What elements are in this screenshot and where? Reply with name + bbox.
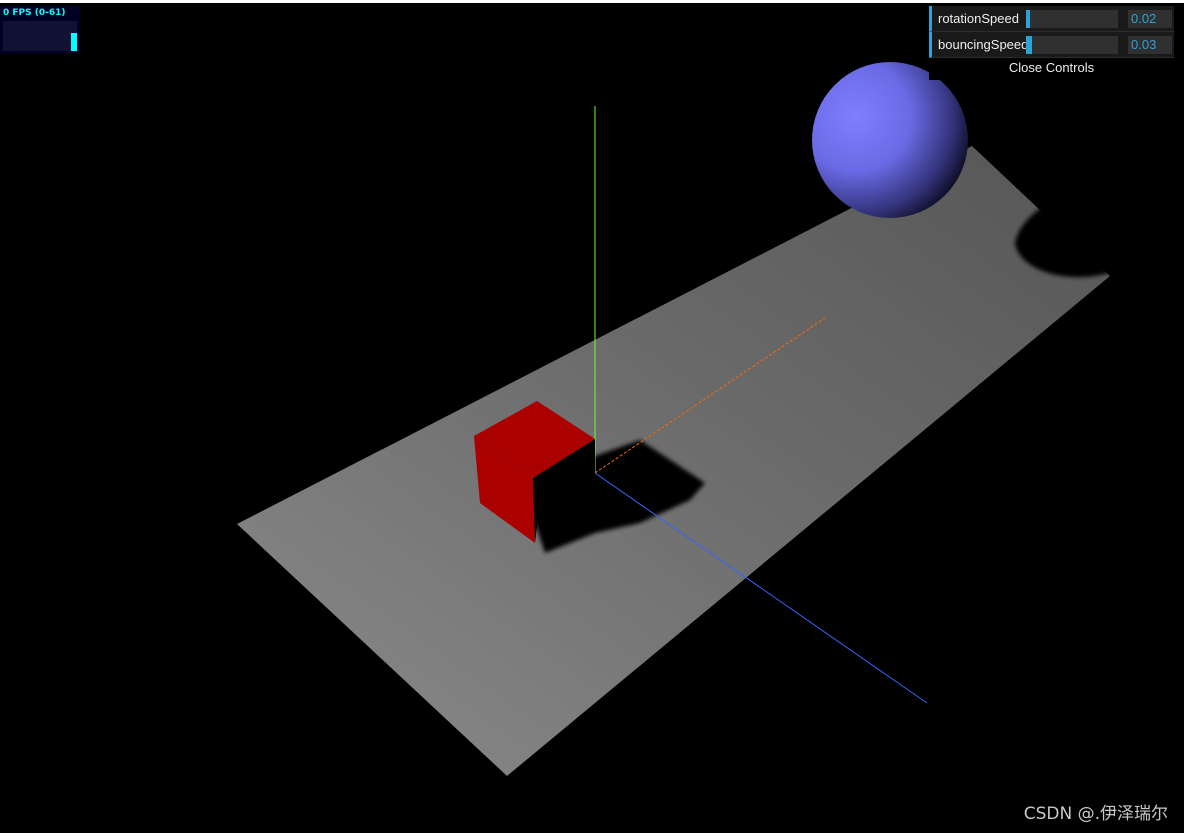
- close-controls-button[interactable]: Close Controls: [929, 58, 1174, 80]
- rotation-speed-input[interactable]: [1128, 10, 1172, 28]
- bouncing-speed-slider[interactable]: [1026, 36, 1118, 54]
- fps-graph: [3, 21, 77, 51]
- rotation-speed-slider[interactable]: [1026, 10, 1118, 28]
- rotation-speed-slider-fill: [1026, 10, 1030, 28]
- watermark: CSDN @.伊泽瑞尔: [1023, 804, 1168, 824]
- controls-panel: rotationSpeed bouncingSpeed Close Contro…: [929, 6, 1174, 80]
- app-window: 0 FPS (0-61) rotationSpeed bouncingSpeed…: [0, 0, 1184, 830]
- webgl-canvas[interactable]: [0, 3, 1184, 833]
- rotation-speed-label: rotationSpeed: [938, 11, 1019, 26]
- sphere: [812, 62, 968, 218]
- bouncing-speed-label: bouncingSpeed: [938, 37, 1026, 52]
- fps-label: 0 FPS (0-61): [3, 8, 66, 18]
- control-row-bouncing-speed: bouncingSpeed: [929, 32, 1174, 58]
- fps-graph-bar: [71, 33, 77, 51]
- bouncing-speed-slider-fill: [1026, 36, 1032, 54]
- fps-graph-background: [3, 21, 77, 51]
- fps-stats-panel[interactable]: 0 FPS (0-61): [0, 6, 80, 54]
- ground-plane: [237, 146, 1110, 776]
- control-row-rotation-speed: rotationSpeed: [929, 6, 1174, 32]
- bouncing-speed-input[interactable]: [1128, 36, 1172, 54]
